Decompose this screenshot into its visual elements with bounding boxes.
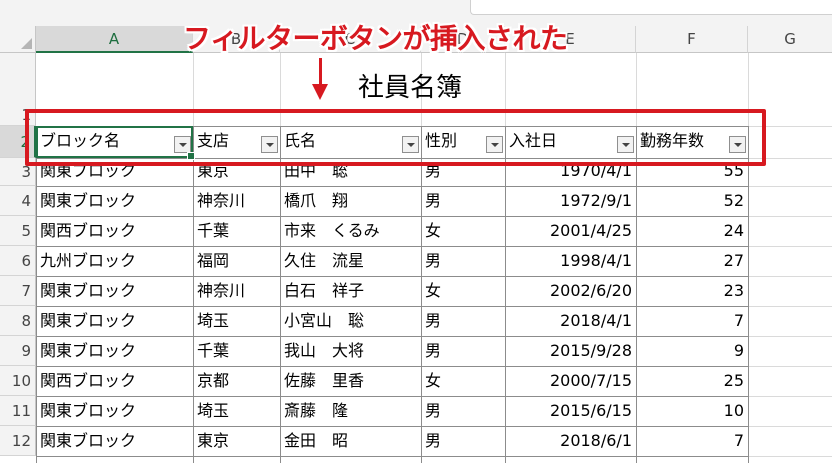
- row-header-6[interactable]: 6: [0, 246, 36, 276]
- table-cell[interactable]: 男: [421, 246, 505, 276]
- row-header-12[interactable]: 12: [0, 426, 36, 456]
- row-header-5[interactable]: 5: [0, 216, 36, 246]
- filter-highlight-box: [25, 109, 766, 166]
- select-all-icon: [21, 38, 32, 49]
- table-cell[interactable]: 京都: [193, 366, 280, 396]
- table-cell[interactable]: 関東ブロック: [36, 186, 193, 216]
- table-cell[interactable]: 金田 昭: [280, 426, 421, 456]
- table-border-v: [748, 126, 749, 463]
- table-cell[interactable]: 2015/9/28: [505, 336, 636, 366]
- row-header-11[interactable]: 11: [0, 396, 36, 426]
- table-cell[interactable]: 2015/6/15: [505, 396, 636, 426]
- table-cell[interactable]: 佐藤 里香: [280, 366, 421, 396]
- table-cell[interactable]: 福岡: [193, 246, 280, 276]
- table-cell[interactable]: 女: [421, 216, 505, 246]
- table-cell[interactable]: 男: [421, 396, 505, 426]
- table-cell[interactable]: 10: [636, 396, 748, 426]
- table-cell[interactable]: 小宮山 聡: [280, 306, 421, 336]
- formula-bar-edge[interactable]: [470, 0, 832, 15]
- table-cell[interactable]: 埼玉: [193, 396, 280, 426]
- table-cell[interactable]: 市来 くるみ: [280, 216, 421, 246]
- table-cell[interactable]: 2018/4/1: [505, 306, 636, 336]
- select-all-button[interactable]: [0, 26, 36, 53]
- table-cell[interactable]: 27: [636, 246, 748, 276]
- table-cell[interactable]: 25: [636, 366, 748, 396]
- table-cell[interactable]: 神奈川: [193, 186, 280, 216]
- table-cell[interactable]: 男: [421, 306, 505, 336]
- table-border-h: [36, 456, 749, 457]
- table-cell[interactable]: 関東ブロック: [36, 306, 193, 336]
- table-cell[interactable]: 2018/6/1: [505, 426, 636, 456]
- table-cell[interactable]: 関東ブロック: [36, 396, 193, 426]
- table-cell[interactable]: 関東ブロック: [36, 426, 193, 456]
- table-cell[interactable]: 橋爪 翔: [280, 186, 421, 216]
- table-cell[interactable]: 1972/9/1: [505, 186, 636, 216]
- table-cell[interactable]: 関西ブロック: [36, 366, 193, 396]
- table-cell[interactable]: 7: [636, 306, 748, 336]
- table-cell[interactable]: 1998/4/1: [505, 246, 636, 276]
- table-cell[interactable]: 白石 祥子: [280, 276, 421, 306]
- row-header-8[interactable]: 8: [0, 306, 36, 336]
- table-cell[interactable]: 女: [421, 276, 505, 306]
- table-cell[interactable]: 斎藤 隆: [280, 396, 421, 426]
- table-cell[interactable]: 男: [421, 336, 505, 366]
- column-header-g[interactable]: G: [748, 26, 832, 53]
- table-cell[interactable]: 関東ブロック: [36, 276, 193, 306]
- table-cell[interactable]: 52: [636, 186, 748, 216]
- table-cell[interactable]: 2002/6/20: [505, 276, 636, 306]
- table-cell[interactable]: 久住 流星: [280, 246, 421, 276]
- table-cell[interactable]: 9: [636, 336, 748, 366]
- table-cell[interactable]: 2001/4/25: [505, 216, 636, 246]
- table-cell[interactable]: 千葉: [193, 216, 280, 246]
- table-cell[interactable]: 東京: [193, 426, 280, 456]
- table-cell[interactable]: 女: [421, 366, 505, 396]
- annotation-label: フィルターボタンが挿入された: [183, 22, 568, 55]
- table-cell[interactable]: 男: [421, 186, 505, 216]
- row-header-7[interactable]: 7: [0, 276, 36, 306]
- row-header-4[interactable]: 4: [0, 186, 36, 216]
- table-cell[interactable]: 24: [636, 216, 748, 246]
- row-header-10[interactable]: 10: [0, 366, 36, 396]
- row-header-9[interactable]: 9: [0, 336, 36, 366]
- table-cell[interactable]: 関東ブロック: [36, 336, 193, 366]
- table-cell[interactable]: 7: [636, 426, 748, 456]
- table-cell[interactable]: 2000/7/15: [505, 366, 636, 396]
- column-header-a[interactable]: A: [36, 26, 193, 53]
- table-cell[interactable]: 埼玉: [193, 306, 280, 336]
- table-cell[interactable]: 23: [636, 276, 748, 306]
- table-cell[interactable]: 我山 大将: [280, 336, 421, 366]
- table-cell[interactable]: 関西ブロック: [36, 216, 193, 246]
- table-cell[interactable]: 九州ブロック: [36, 246, 193, 276]
- column-header-f[interactable]: F: [636, 26, 748, 53]
- table-cell[interactable]: 男: [421, 426, 505, 456]
- annotation-arrow: [319, 58, 322, 86]
- table-cell[interactable]: 神奈川: [193, 276, 280, 306]
- table-cell[interactable]: 千葉: [193, 336, 280, 366]
- annotation-arrow-head: [312, 84, 328, 100]
